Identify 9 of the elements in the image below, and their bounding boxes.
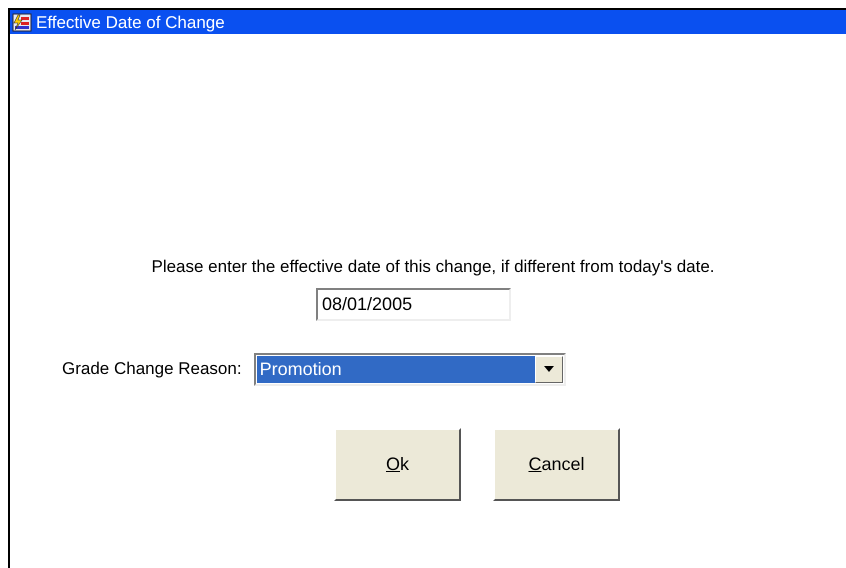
dialog-button[interactable]: Ok [334,428,461,500]
instruction-text: Please enter the effective date of this change, if different from today's date. [150,256,716,278]
dropdown-arrow-icon[interactable] [544,366,554,372]
app-icon [11,11,33,33]
date-field[interactable]: 08/01/2005 [316,288,511,320]
field-label: Grade Change Reason: [62,358,242,380]
window-title: Effective Date of Change [36,14,225,30]
reason-dropdown[interactable]: Promotion [254,352,566,386]
dialog-button[interactable]: Cancel [493,428,620,500]
